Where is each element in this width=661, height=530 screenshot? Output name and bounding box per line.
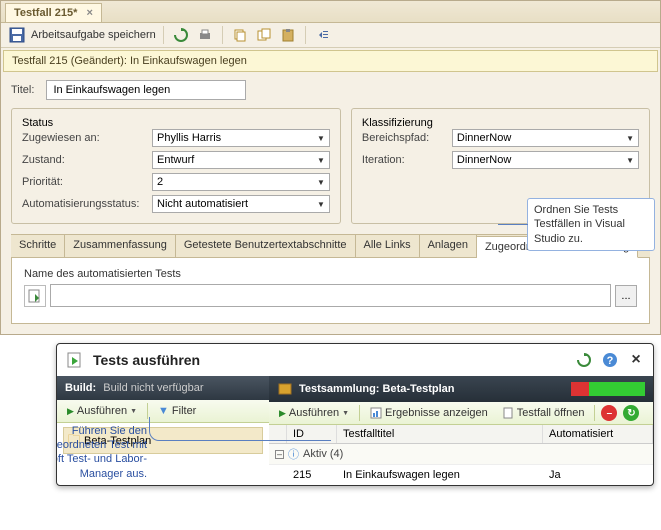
info-icon: ⓘ — [288, 446, 299, 462]
tab-all-links[interactable]: Alle Links — [356, 235, 420, 257]
tab-summary[interactable]: Zusammenfassung — [65, 235, 176, 257]
chevron-down-icon: ▼ — [317, 134, 325, 143]
title-input[interactable] — [46, 80, 246, 100]
open-testcase-button[interactable]: Testfall öffnen — [498, 405, 589, 421]
document-tab-label: Testfall 215* — [14, 7, 77, 19]
play-icon: ▶ — [67, 406, 74, 417]
paste-icon[interactable] — [278, 25, 298, 45]
chevron-down-icon: ▼ — [342, 410, 349, 417]
state-label: Zustand: — [22, 154, 152, 166]
priority-label: Priorität: — [22, 176, 152, 188]
browse-button[interactable]: ... — [615, 285, 637, 307]
run-tests-icon — [65, 350, 85, 370]
status-banner: Testfall 215 (Geändert): In Einkaufswage… — [3, 50, 658, 72]
iteration-dropdown[interactable]: DinnerNow▼ — [452, 151, 639, 169]
tab-tested-ui[interactable]: Getestete Benutzertextabschnitte — [176, 235, 356, 257]
callout-run-with-mtm: Führen Sie den zugeordneten Test mit Mic… — [56, 424, 147, 481]
filter-button[interactable]: ▼ Filter — [154, 403, 200, 419]
callout-associate-tests: Ordnen Sie Tests Testfällen in Visual St… — [527, 198, 655, 251]
automated-test-name-label: Name des automatisierten Tests — [24, 268, 637, 280]
classification-legend: Klassifizierung — [362, 117, 433, 129]
build-bar: Build: Build nicht verfügbar — [57, 376, 269, 400]
build-value: Build nicht verfügbar — [103, 382, 203, 394]
status-fieldset: Status Zugewiesen an: Phyllis Harris▼ Zu… — [11, 108, 341, 224]
run-button[interactable]: ▶ Ausführen ▼ — [63, 403, 141, 419]
test-icon — [24, 285, 46, 307]
title-label: Titel: — [11, 84, 34, 96]
tab-steps[interactable]: Schritte — [11, 235, 65, 257]
save-icon[interactable] — [7, 25, 27, 45]
associated-automation-panel: Name des automatisierten Tests ... — [11, 258, 650, 324]
table-row[interactable]: 215 In Einkaufswagen legen Ja — [269, 465, 653, 485]
close-icon[interactable]: × — [86, 7, 92, 19]
chevron-down-icon: ▼ — [626, 156, 634, 165]
status-legend: Status — [22, 117, 53, 129]
refresh-icon[interactable] — [171, 25, 191, 45]
progress-bar — [571, 382, 645, 396]
suite-header: Testsammlung: Beta-Testplan — [269, 376, 653, 402]
automated-test-name-input[interactable] — [50, 284, 611, 307]
close-icon[interactable]: × — [627, 351, 645, 369]
chevron-down-icon: ▼ — [130, 408, 137, 415]
chevron-down-icon: ▼ — [317, 156, 325, 165]
filter-icon: ▼ — [158, 405, 169, 417]
help-icon[interactable]: ? — [601, 351, 619, 369]
collapse-icon[interactable]: – — [275, 450, 284, 459]
assigned-label: Zugewiesen an: — [22, 132, 152, 144]
show-results-button[interactable]: Ergebnisse anzeigen — [366, 405, 492, 421]
chevron-down-icon: ▼ — [317, 178, 325, 187]
document-tab[interactable]: Testfall 215* × — [5, 3, 102, 22]
build-label: Build: — [65, 382, 96, 394]
remove-icon[interactable]: – — [601, 405, 617, 421]
run-button[interactable]: ▶ Ausführen ▼ — [275, 405, 353, 421]
grid-group[interactable]: – ⓘ Aktiv (4) — [269, 444, 653, 465]
test-grid: ID Testfalltitel Automatisiert – ⓘ Aktiv… — [269, 425, 653, 485]
test-runner-window: Tests ausführen ? × Build: Build nicht v… — [56, 343, 654, 486]
area-label: Bereichspfad: — [362, 132, 452, 144]
assigned-dropdown[interactable]: Phyllis Harris▼ — [152, 129, 330, 147]
col-title[interactable]: Testfalltitel — [337, 425, 543, 443]
area-dropdown[interactable]: DinnerNow▼ — [452, 129, 639, 147]
outdent-icon[interactable] — [313, 25, 333, 45]
play-icon: ▶ — [279, 408, 286, 419]
tab-attachments[interactable]: Anlagen — [420, 235, 477, 257]
results-icon — [370, 407, 382, 419]
test-case-editor-window: Testfall 215* × Arbeitsaufgabe speichern… — [0, 0, 661, 335]
add-icon[interactable]: ↻ — [623, 405, 639, 421]
toolbar: Arbeitsaufgabe speichern — [1, 23, 660, 48]
document-tab-strip: Testfall 215* × — [1, 1, 660, 23]
col-id[interactable]: ID — [287, 425, 337, 443]
save-button[interactable]: Arbeitsaufgabe speichern — [31, 29, 156, 41]
iteration-label: Iteration: — [362, 154, 452, 166]
priority-dropdown[interactable]: 2▼ — [152, 173, 330, 191]
col-auto[interactable]: Automatisiert — [543, 425, 653, 443]
refresh-icon[interactable] — [575, 351, 593, 369]
automation-status-label: Automatisierungsstatus: — [22, 198, 152, 210]
state-dropdown[interactable]: Entwurf▼ — [152, 151, 330, 169]
automation-status-dropdown[interactable]: Nicht automatisiert▼ — [152, 195, 330, 213]
copy-icon[interactable] — [230, 25, 250, 45]
chevron-down-icon: ▼ — [626, 134, 634, 143]
chevron-down-icon: ▼ — [317, 200, 325, 209]
open-icon — [502, 407, 514, 419]
link-icon[interactable] — [254, 25, 274, 45]
print-icon[interactable] — [195, 25, 215, 45]
suite-icon — [277, 381, 293, 397]
runner-title: Tests ausführen — [93, 352, 567, 368]
svg-text:?: ? — [607, 355, 614, 367]
